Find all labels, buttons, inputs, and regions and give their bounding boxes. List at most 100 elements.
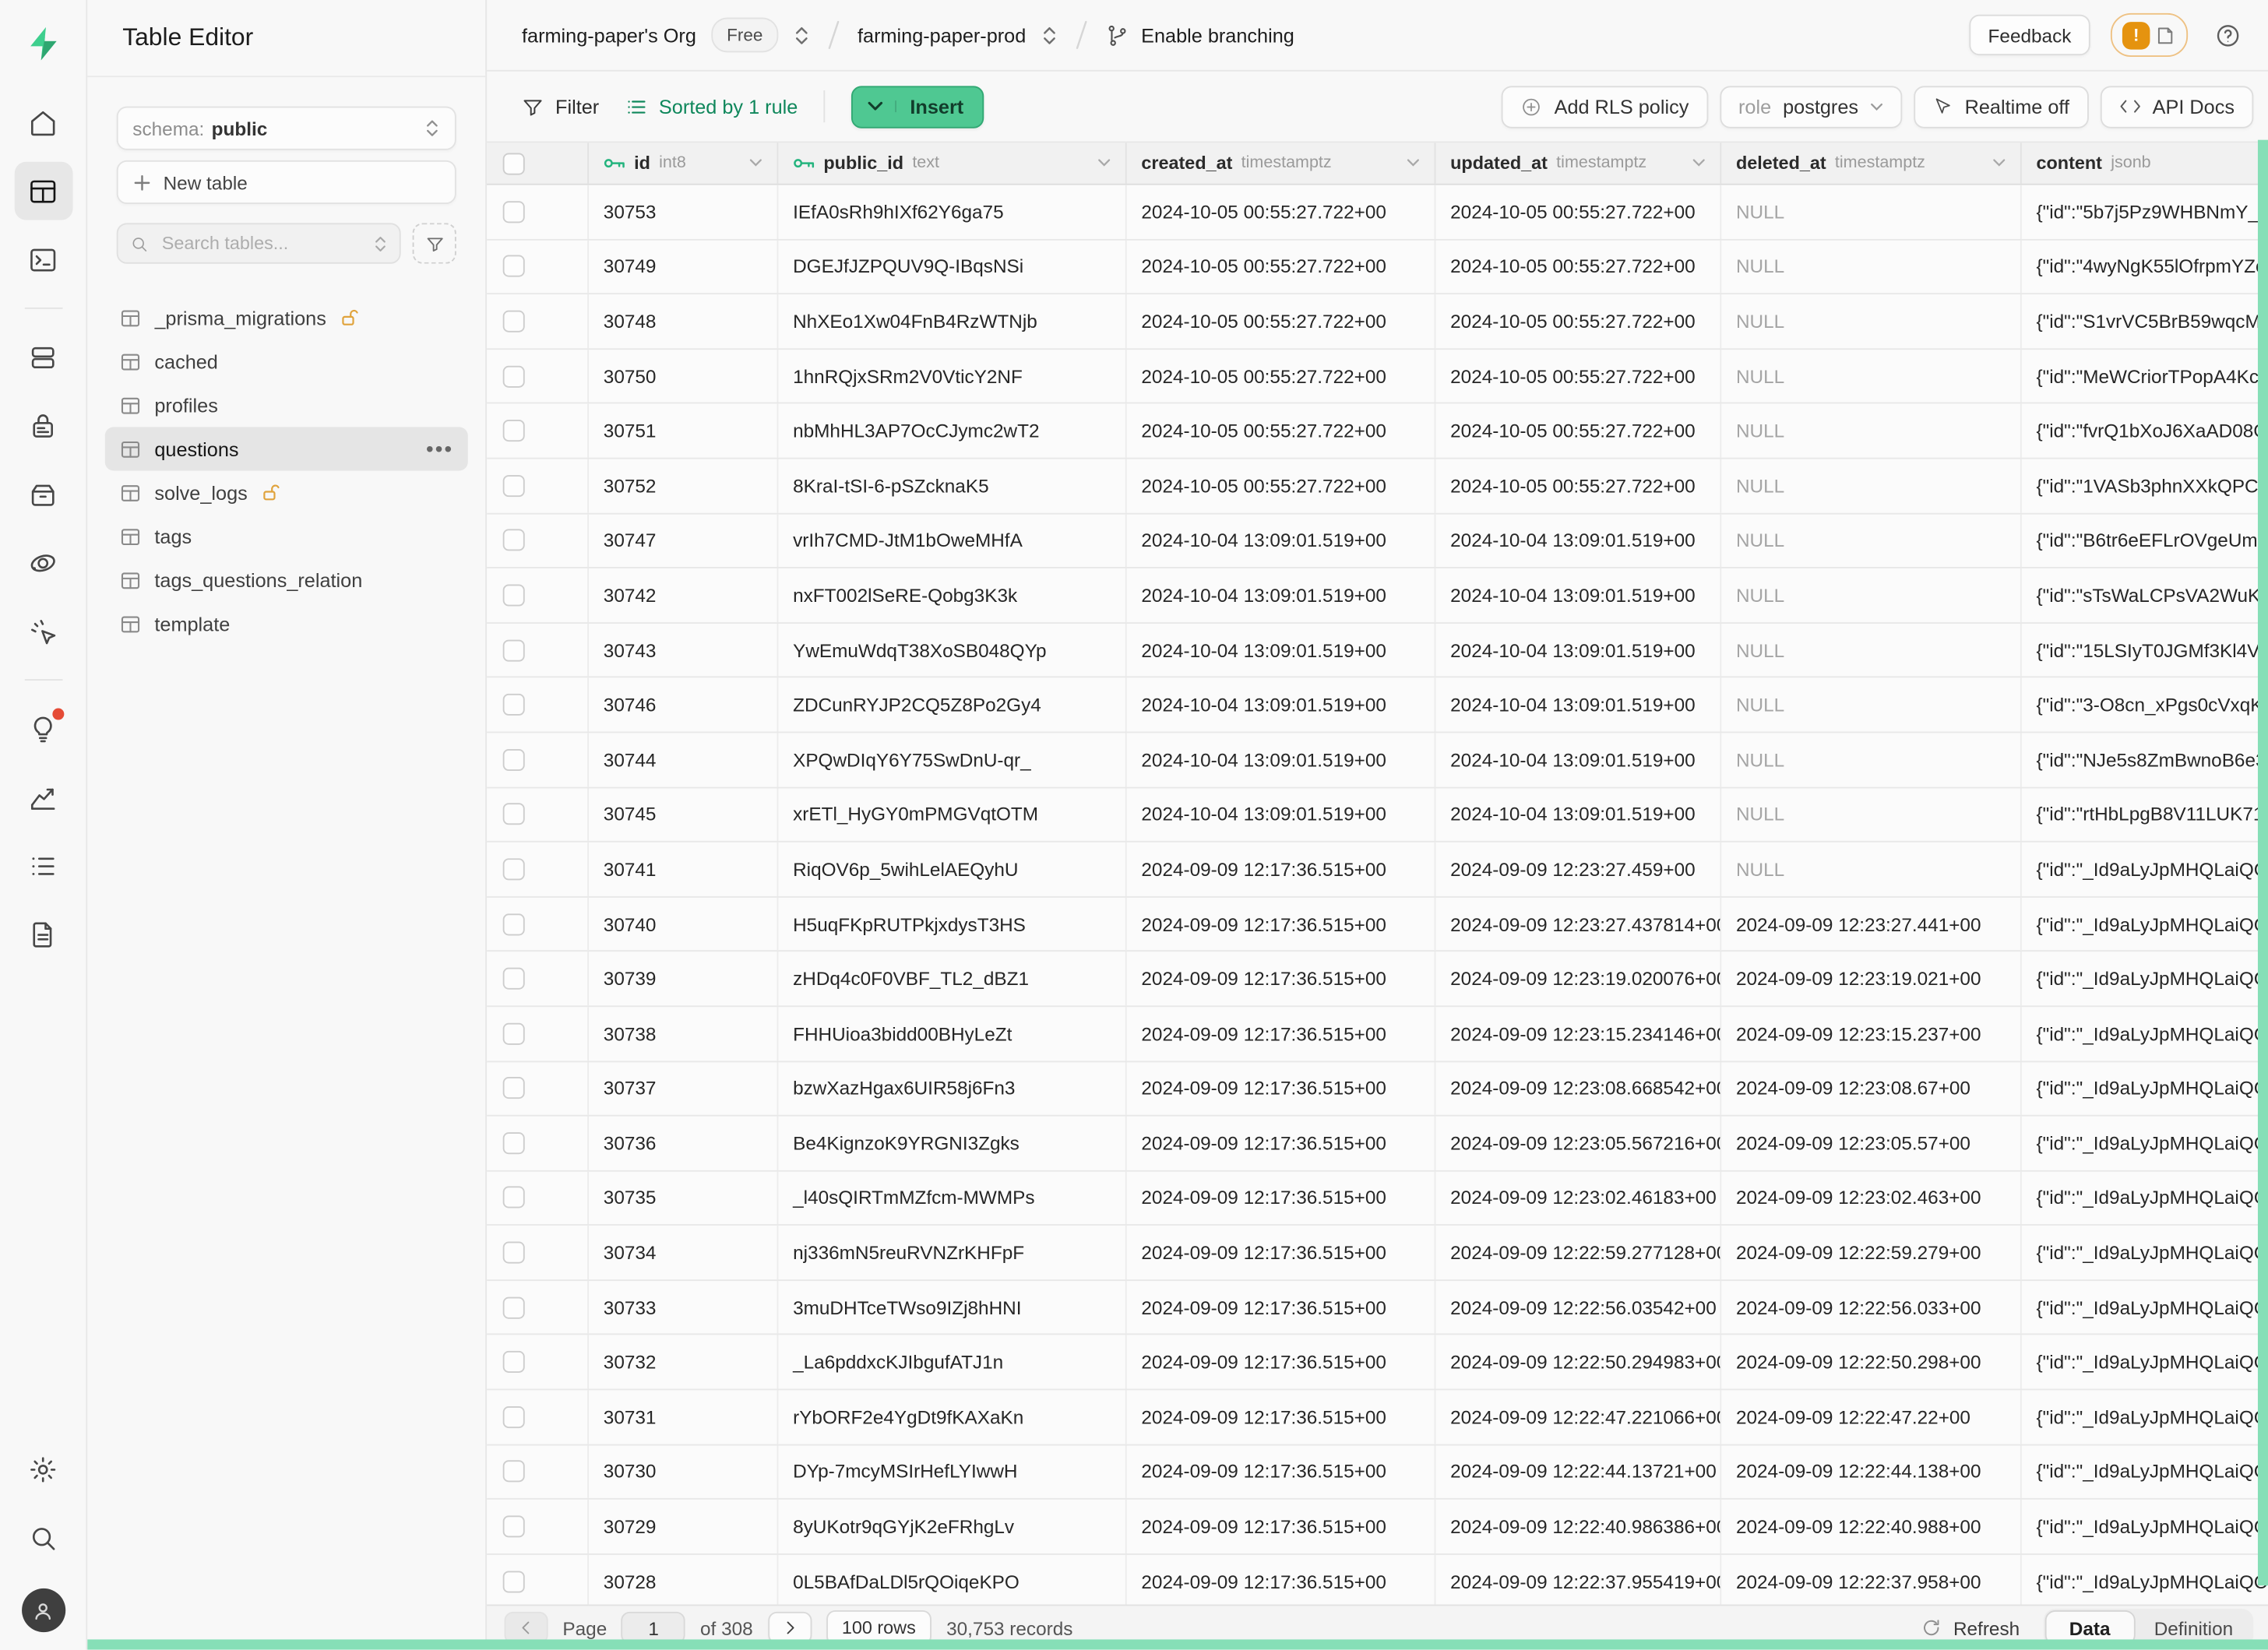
cell-id[interactable]: 30749 [589, 240, 778, 293]
cell-created-at[interactable]: 2024-09-09 12:17:36.515+00 [1127, 1226, 1436, 1279]
cell-created-at[interactable]: 2024-09-09 12:17:36.515+00 [1127, 1500, 1436, 1553]
cell-created-at[interactable]: 2024-10-04 13:09:01.519+00 [1127, 788, 1436, 841]
table-options-icon[interactable]: ••• [426, 437, 453, 462]
cell-id[interactable]: 30745 [589, 788, 778, 841]
cell-deleted-at[interactable]: 2024-09-09 12:23:19.021+00 [1721, 952, 2022, 1005]
cell-public-id[interactable]: DGEJfJZPQUV9Q-IBqsNSi [778, 240, 1126, 293]
cell-created-at[interactable]: 2024-10-04 13:09:01.519+00 [1127, 733, 1436, 786]
cell-public-id[interactable]: 3muDHTceTWso9IZj8hHNI [778, 1281, 1126, 1334]
cell-deleted-at[interactable]: 2024-09-09 12:22:44.138+00 [1721, 1445, 2022, 1498]
cell-deleted-at[interactable]: NULL [1721, 185, 2022, 238]
cell-content[interactable]: {"id":"1VASb3phnXXkQPCpv [2022, 459, 2268, 512]
column-header-created-at[interactable]: created_at timestamptz [1127, 142, 1436, 183]
cell-public-id[interactable]: nbMhHL3AP7OcCJymc2wT2 [778, 404, 1126, 457]
cell-public-id[interactable]: bzwXazHgax6UIR58j6Fn3 [778, 1061, 1126, 1114]
row-checkbox[interactable] [503, 1406, 525, 1428]
sidebar-table-item[interactable]: template ••• [105, 602, 468, 646]
nav-authentication[interactable] [14, 396, 72, 455]
cell-public-id[interactable]: nxFT002lSeRE-Qobg3K3k [778, 568, 1126, 621]
cell-id[interactable]: 30739 [589, 952, 778, 1005]
cell-updated-at[interactable]: 2024-09-09 12:22:50.294983+00 [1435, 1335, 1721, 1388]
cell-id[interactable]: 30746 [589, 678, 778, 731]
cell-deleted-at[interactable]: NULL [1721, 294, 2022, 347]
sidebar-table-item[interactable]: tags ••• [105, 515, 468, 558]
cell-id[interactable]: 30751 [589, 404, 778, 457]
cell-deleted-at[interactable]: 2024-09-09 12:23:27.441+00 [1721, 897, 2022, 950]
cell-id[interactable]: 30742 [589, 568, 778, 621]
cell-deleted-at[interactable]: 2024-09-09 12:22:59.279+00 [1721, 1226, 2022, 1279]
cell-created-at[interactable]: 2024-09-09 12:17:36.515+00 [1127, 1391, 1436, 1444]
cell-public-id[interactable]: zHDq4c0F0VBF_TL2_dBZ1 [778, 952, 1126, 1005]
cell-created-at[interactable]: 2024-09-09 12:17:36.515+00 [1127, 1117, 1436, 1170]
cell-updated-at[interactable]: 2024-10-04 13:09:01.519+00 [1435, 678, 1721, 731]
row-checkbox[interactable] [503, 529, 525, 551]
nav-table-editor[interactable] [14, 162, 72, 220]
sidebar-table-item[interactable]: questions ••• [105, 427, 468, 470]
cell-deleted-at[interactable]: NULL [1721, 733, 2022, 786]
row-checkbox[interactable] [503, 748, 525, 770]
cell-deleted-at[interactable]: NULL [1721, 404, 2022, 457]
schema-select[interactable]: schema: public [117, 107, 456, 150]
search-tables-field[interactable] [117, 223, 401, 263]
cell-created-at[interactable]: 2024-09-09 12:17:36.515+00 [1127, 952, 1436, 1005]
cell-content[interactable]: {"id":"3-O8cn_xPgs0cVxqKE [2022, 678, 2268, 731]
row-checkbox[interactable] [503, 584, 525, 606]
cell-updated-at[interactable]: 2024-09-09 12:22:47.221066+00 [1435, 1391, 1721, 1444]
cell-public-id[interactable]: 1hnRQjxSRm2V0VticY2NF [778, 350, 1126, 403]
row-checkbox[interactable] [503, 694, 525, 716]
row-checkbox[interactable] [503, 1461, 525, 1483]
plan-badge[interactable]: Free [711, 17, 779, 52]
chevron-down-icon[interactable] [1692, 159, 1706, 167]
cell-content[interactable]: {"id":"sTsWaLCPsVA2WuK2 [2022, 568, 2268, 621]
chevron-down-icon[interactable] [1992, 159, 2006, 167]
vertical-scrollbar[interactable] [2258, 140, 2268, 1586]
cell-public-id[interactable]: ZDCunRYJP2CQ5Z8Po2Gy4 [778, 678, 1126, 731]
cell-public-id[interactable]: NhXEo1Xw04FnB4RzWTNjb [778, 294, 1126, 347]
cell-public-id[interactable]: YwEmuWdqT38XoSB048QYp [778, 624, 1126, 677]
feedback-button[interactable]: Feedback [1969, 15, 2090, 55]
column-header-public-id[interactable]: public_id text [778, 142, 1126, 183]
cell-id[interactable]: 30731 [589, 1391, 778, 1444]
cell-content[interactable]: {"id":"_Id9aLyJpMHQLaiQC [2022, 1171, 2268, 1224]
nav-storage[interactable] [14, 465, 72, 523]
cell-id[interactable]: 30750 [589, 350, 778, 403]
cell-public-id[interactable]: nj336mN5reuRVNZrKHFpF [778, 1226, 1126, 1279]
cell-deleted-at[interactable]: 2024-09-09 12:22:47.22+00 [1721, 1391, 2022, 1444]
cell-id[interactable]: 30740 [589, 897, 778, 950]
column-header-deleted-at[interactable]: deleted_at timestamptz [1721, 142, 2022, 183]
chevrons-updown-icon[interactable] [1041, 24, 1058, 46]
role-select-button[interactable]: role postgres [1720, 85, 1902, 127]
cell-created-at[interactable]: 2024-10-04 13:09:01.519+00 [1127, 624, 1436, 677]
cell-updated-at[interactable]: 2024-10-04 13:09:01.519+00 [1435, 568, 1721, 621]
column-header-content[interactable]: content jsonb [2022, 142, 2268, 183]
chevron-down-icon[interactable] [1097, 159, 1111, 167]
refresh-button[interactable]: Refresh [1921, 1617, 2020, 1638]
nav-database[interactable] [14, 328, 72, 386]
chevron-down-icon[interactable] [1407, 159, 1420, 167]
cell-created-at[interactable]: 2024-09-09 12:17:36.515+00 [1127, 1445, 1436, 1498]
breadcrumb-project[interactable]: farming-paper-prod [858, 24, 1026, 46]
cell-created-at[interactable]: 2024-10-05 00:55:27.722+00 [1127, 240, 1436, 293]
cell-created-at[interactable]: 2024-10-04 13:09:01.519+00 [1127, 568, 1436, 621]
cell-content[interactable]: {"id":"MeWCriorTPopA4Kc9 [2022, 350, 2268, 403]
enable-branching-button[interactable]: Enable branching [1141, 24, 1294, 46]
cell-content[interactable]: {"id":"_Id9aLyJpMHQLaiQC [2022, 1391, 2268, 1444]
cell-id[interactable]: 30748 [589, 294, 778, 347]
cell-updated-at[interactable]: 2024-10-05 00:55:27.722+00 [1435, 350, 1721, 403]
cell-deleted-at[interactable]: NULL [1721, 514, 2022, 567]
cell-public-id[interactable]: _La6pddxcKJIbgufATJ1n [778, 1335, 1126, 1388]
cell-updated-at[interactable]: 2024-10-05 00:55:27.722+00 [1435, 404, 1721, 457]
cell-id[interactable]: 30728 [589, 1555, 778, 1605]
new-table-button[interactable]: New table [117, 160, 456, 204]
nav-reports[interactable] [14, 768, 72, 826]
cell-updated-at[interactable]: 2024-09-09 12:23:27.459+00 [1435, 843, 1721, 895]
cell-created-at[interactable]: 2024-09-09 12:17:36.515+00 [1127, 1061, 1436, 1114]
cell-id[interactable]: 30743 [589, 624, 778, 677]
add-rls-policy-button[interactable]: Add RLS policy [1502, 85, 1707, 127]
cell-created-at[interactable]: 2024-10-05 00:55:27.722+00 [1127, 404, 1436, 457]
insert-button[interactable]: Insert [852, 85, 984, 127]
breadcrumb-org[interactable]: farming-paper's Org [522, 24, 696, 46]
row-checkbox[interactable] [503, 311, 525, 332]
cell-deleted-at[interactable]: NULL [1721, 624, 2022, 677]
cell-deleted-at[interactable]: NULL [1721, 678, 2022, 731]
